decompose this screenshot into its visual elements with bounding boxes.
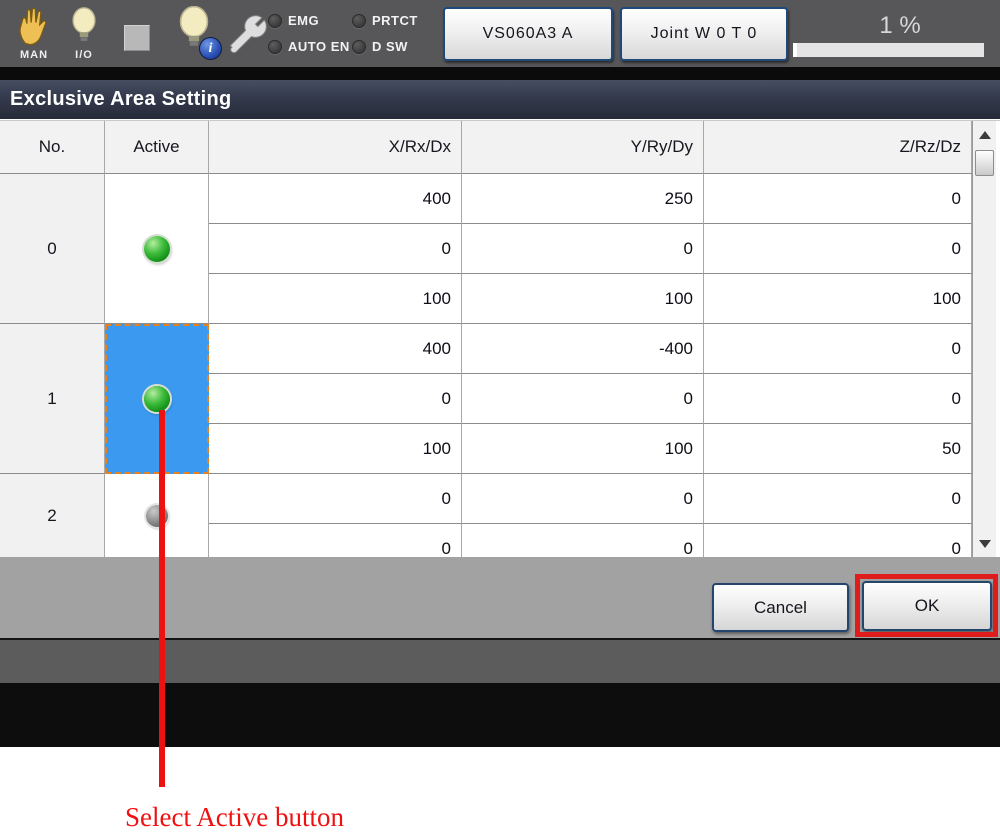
page-title: Exclusive Area Setting — [10, 88, 232, 111]
column-header-y: Y/Ry/Dy — [462, 121, 704, 174]
cell-r0-x3[interactable]: 100 — [209, 274, 462, 324]
manual-mode-label: MAN — [13, 49, 55, 61]
prtct-label: PRTCT — [372, 13, 418, 28]
shortcut-band: Shortcut — [0, 638, 1000, 683]
scroll-up-icon — [979, 131, 991, 139]
auto-en-label: AUTO EN — [288, 39, 350, 54]
dialog-title-bar: Exclusive Area Setting — [0, 80, 1000, 119]
speed-percent-label: 1 % — [835, 12, 965, 40]
cell-r1-x1[interactable]: 400 — [209, 324, 462, 374]
cell-r1-x2[interactable]: 0 — [209, 374, 462, 424]
row-0-number-cell: 0 — [0, 174, 105, 324]
cell-r0-x1[interactable]: 400 — [209, 174, 462, 224]
column-header-active: Active — [105, 121, 209, 174]
scroll-down-button[interactable] — [973, 530, 997, 557]
manual-mode-hand-icon[interactable] — [15, 5, 53, 47]
cell-r0-z1[interactable]: 0 — [704, 174, 972, 224]
auto-en-led-icon — [268, 40, 282, 54]
emg-led-icon — [268, 14, 282, 28]
row-0-number: 0 — [47, 239, 56, 259]
row-0-active-cell[interactable] — [105, 174, 209, 324]
row-2-number-cell: 2 — [0, 474, 105, 557]
screen: MAN I/O i EMG AUTO EN PRTCT D SW VS060A3… — [0, 0, 1000, 837]
row-2-number: 2 — [47, 506, 56, 526]
wrench-icon[interactable] — [228, 5, 268, 63]
io-label: I/O — [66, 49, 102, 61]
cell-r2-z1[interactable]: 0 — [704, 474, 972, 524]
row-1-number-cell: 1 — [0, 324, 105, 474]
annotation-text: Select Active button — [125, 802, 344, 833]
column-header-z: Z/Rz/Dz — [704, 121, 972, 174]
cell-r0-y1[interactable]: 250 — [462, 174, 704, 224]
annotation-pointer-line — [159, 410, 165, 787]
cell-r1-z3[interactable]: 50 — [704, 424, 972, 474]
stop-square-icon[interactable] — [124, 25, 150, 51]
scroll-up-button[interactable] — [973, 121, 997, 149]
cell-r1-y1[interactable]: -400 — [462, 324, 704, 374]
cell-r0-z3[interactable]: 100 — [704, 274, 972, 324]
cell-r2-x1[interactable]: 0 — [209, 474, 462, 524]
cell-r0-x2[interactable]: 0 — [209, 224, 462, 274]
table-row-1: 1 400 -400 0 0 0 0 100 100 50 — [0, 324, 972, 474]
speed-progress-fill — [793, 43, 797, 57]
table-row-2: 2 0 0 0 0 0 0 — [0, 474, 972, 557]
function-key-band: SHIFT Prev Next Jump To Edit — [0, 683, 1000, 747]
cell-r0-z2[interactable]: 0 — [704, 224, 972, 274]
dialog-button-band: Cancel OK — [0, 557, 1000, 638]
prtct-led-icon — [352, 14, 366, 28]
active-led-on-icon — [144, 236, 170, 262]
ok-button[interactable]: OK — [862, 581, 992, 631]
cancel-button[interactable]: Cancel — [712, 583, 849, 632]
table-row-0: 0 400 250 0 0 0 0 100 100 100 — [0, 174, 972, 324]
cell-r0-y3[interactable]: 100 — [462, 274, 704, 324]
cell-r1-z1[interactable]: 0 — [704, 324, 972, 374]
row-2-active-cell[interactable] — [105, 474, 209, 557]
exclusive-area-table: No. Active X/Rx/Dx Y/Ry/Dy Z/Rz/Dz 0 400… — [0, 120, 1000, 557]
toolbar-divider — [0, 67, 1000, 80]
io-bulb-icon[interactable] — [70, 6, 98, 46]
scrollbar-thumb[interactable] — [975, 150, 994, 176]
cell-r2-z2[interactable]: 0 — [704, 524, 972, 557]
cell-r2-y2[interactable]: 0 — [462, 524, 704, 557]
cell-r0-y2[interactable]: 0 — [462, 224, 704, 274]
cell-r1-y2[interactable]: 0 — [462, 374, 704, 424]
top-toolbar: MAN I/O i EMG AUTO EN PRTCT D SW VS060A3… — [0, 0, 1000, 67]
cell-r2-x2[interactable]: 0 — [209, 524, 462, 557]
info-badge-icon: i — [199, 37, 222, 60]
cell-r1-x3[interactable]: 100 — [209, 424, 462, 474]
speed-progress-bar — [793, 43, 984, 57]
column-header-x: X/Rx/Dx — [209, 121, 462, 174]
scroll-down-icon — [979, 540, 991, 548]
vertical-scrollbar[interactable] — [972, 121, 996, 557]
cell-r1-y3[interactable]: 100 — [462, 424, 704, 474]
joint-mode-button[interactable]: Joint W 0 T 0 — [620, 7, 788, 61]
cell-r1-z2[interactable]: 0 — [704, 374, 972, 424]
column-header-no: No. — [0, 121, 105, 174]
row-1-active-cell-selected[interactable] — [105, 324, 209, 474]
d-sw-led-icon — [352, 40, 366, 54]
emg-label: EMG — [288, 13, 319, 28]
d-sw-label: D SW — [372, 39, 408, 54]
robot-type-button[interactable]: VS060A3 A — [443, 7, 613, 61]
cell-r2-y1[interactable]: 0 — [462, 474, 704, 524]
row-1-number: 1 — [47, 389, 56, 409]
active-led-on-icon — [144, 386, 170, 412]
